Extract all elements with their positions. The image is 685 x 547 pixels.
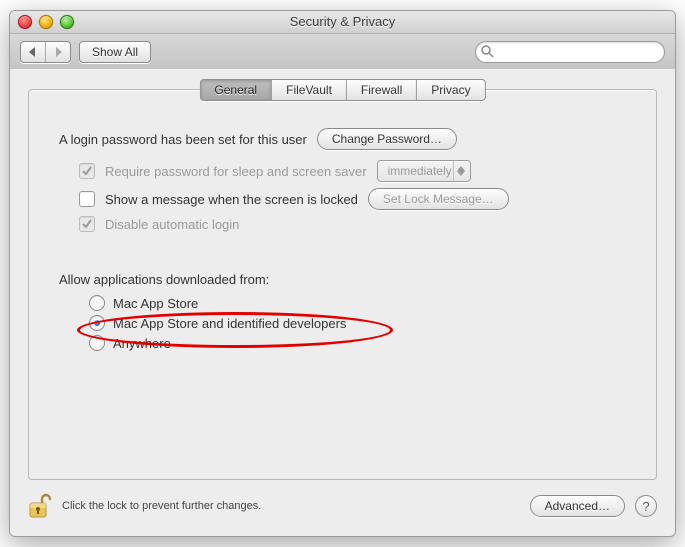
close-button[interactable] — [18, 15, 32, 29]
require-password-label: Require password for sleep and screen sa… — [105, 164, 367, 179]
gatekeeper-option-anywhere[interactable]: Anywhere — [59, 335, 626, 351]
general-pane: A login password has been set for this u… — [28, 89, 657, 480]
show-all-button[interactable]: Show All — [79, 41, 151, 63]
gatekeeper-option-mas[interactable]: Mac App Store — [59, 295, 626, 311]
content: General FileVault Firewall Privacy A log… — [10, 69, 675, 536]
search-field[interactable] — [475, 41, 665, 63]
prefs-window: Security & Privacy Show All General — [9, 10, 676, 537]
disable-auto-login-checkbox[interactable] — [79, 216, 95, 232]
disable-auto-login-label: Disable automatic login — [105, 217, 239, 232]
minimize-button[interactable] — [39, 15, 53, 29]
window-title: Security & Privacy — [290, 14, 395, 29]
set-lock-message-button[interactable]: Set Lock Message… — [368, 188, 509, 210]
show-all-label: Show All — [92, 45, 138, 59]
gatekeeper-heading: Allow applications downloaded from: — [59, 272, 269, 287]
show-message-label: Show a message when the screen is locked — [105, 192, 358, 207]
tab-privacy[interactable]: Privacy — [417, 80, 484, 100]
toolbar: Show All — [10, 34, 675, 71]
check-icon — [82, 166, 92, 176]
show-message-checkbox[interactable] — [79, 191, 95, 207]
back-button[interactable] — [21, 42, 46, 62]
search-icon — [481, 45, 494, 58]
require-password-delay-popup[interactable]: immediately — [377, 160, 471, 182]
footer: Click the lock to prevent further change… — [28, 488, 657, 524]
lock-button[interactable] — [28, 492, 52, 520]
gatekeeper-option-identified[interactable]: Mac App Store and identified developers — [59, 315, 626, 331]
advanced-button[interactable]: Advanced… — [530, 495, 625, 517]
unlocked-lock-icon — [28, 492, 52, 520]
radio-icon — [89, 335, 105, 351]
forward-button[interactable] — [46, 42, 70, 62]
tab-filevault[interactable]: FileVault — [272, 80, 347, 100]
titlebar: Security & Privacy — [10, 11, 675, 34]
help-button[interactable]: ? — [635, 495, 657, 517]
tab-bar: General FileVault Firewall Privacy — [199, 79, 485, 101]
popup-arrows-icon — [453, 161, 468, 181]
search-input[interactable] — [498, 44, 658, 60]
tab-general[interactable]: General — [200, 80, 272, 100]
nav-back-forward — [20, 41, 71, 63]
tab-firewall[interactable]: Firewall — [347, 80, 417, 100]
radio-icon — [89, 295, 105, 311]
window-controls — [18, 15, 74, 29]
gatekeeper-options: Mac App Store Mac App Store and identifi… — [59, 295, 626, 351]
radio-icon — [89, 315, 105, 331]
change-password-button[interactable]: Change Password… — [317, 128, 457, 150]
require-password-checkbox[interactable] — [79, 163, 95, 179]
lock-help-text: Click the lock to prevent further change… — [62, 500, 261, 512]
login-password-text: A login password has been set for this u… — [59, 132, 307, 147]
zoom-button[interactable] — [60, 15, 74, 29]
check-icon — [82, 219, 92, 229]
